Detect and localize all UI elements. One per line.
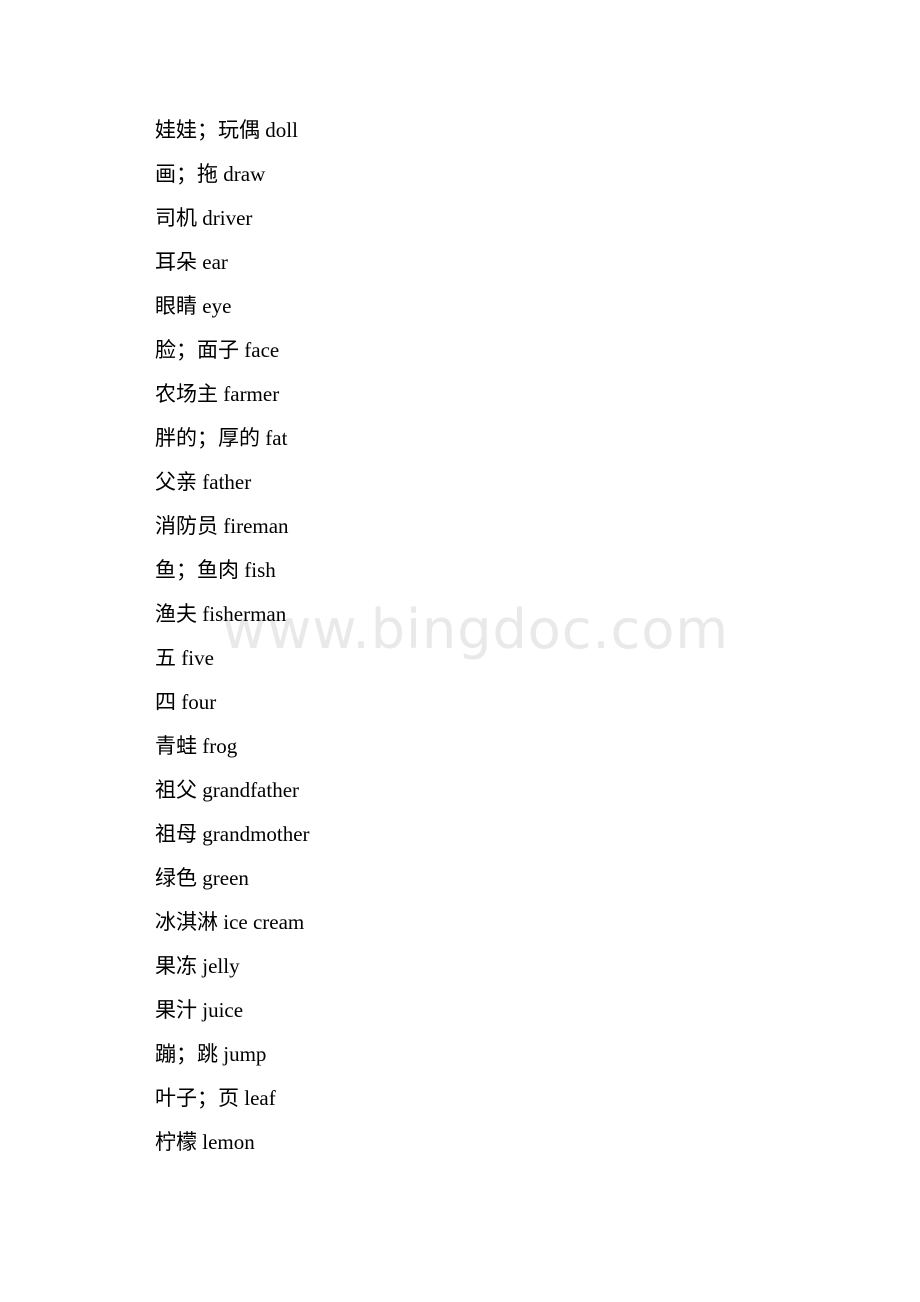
vocabulary-entry: 耳朵 ear bbox=[155, 250, 228, 274]
vocabulary-entry: 祖母 grandmother bbox=[155, 822, 310, 846]
vocabulary-entry: 冰淇淋 ice cream bbox=[155, 910, 305, 934]
vocabulary-entry: 果冻 jelly bbox=[155, 954, 240, 978]
vocabulary-entry: 渔夫 fisherman bbox=[155, 602, 287, 626]
vocabulary-entry: 司机 driver bbox=[155, 206, 253, 230]
vocabulary-entry: 绿色 green bbox=[155, 866, 249, 890]
document-page: www.bingdoc.com 娃娃；玩偶 doll 画；拖 draw 司机 d… bbox=[0, 0, 920, 1302]
vocabulary-entry: 五 five bbox=[155, 646, 214, 670]
vocabulary-entry: 果汁 juice bbox=[155, 998, 244, 1022]
vocabulary-entry: 农场主 farmer bbox=[155, 382, 280, 406]
vocabulary-entry: 鱼；鱼肉 fish bbox=[155, 558, 276, 582]
vocabulary-entry: 娃娃；玩偶 doll bbox=[155, 118, 298, 142]
vocabulary-entry: 脸；面子 face bbox=[155, 338, 280, 362]
vocabulary-entry: 祖父 grandfather bbox=[155, 778, 300, 802]
vocabulary-entry: 消防员 fireman bbox=[155, 514, 289, 538]
vocabulary-entry: 柠檬 lemon bbox=[155, 1130, 255, 1154]
vocabulary-entry: 胖的；厚的 fat bbox=[155, 426, 288, 450]
vocabulary-list: 娃娃；玩偶 doll 画；拖 draw 司机 driver 耳朵 ear 眼睛 … bbox=[155, 108, 855, 1164]
vocabulary-entry: 画；拖 draw bbox=[155, 162, 266, 186]
vocabulary-entry: 眼睛 eye bbox=[155, 294, 232, 318]
vocabulary-entry: 青蛙 frog bbox=[155, 734, 238, 758]
vocabulary-entry: 父亲 father bbox=[155, 470, 252, 494]
vocabulary-entry: 蹦；跳 jump bbox=[155, 1042, 267, 1066]
vocabulary-entry: 叶子；页 leaf bbox=[155, 1086, 276, 1110]
vocabulary-entry: 四 four bbox=[155, 690, 217, 714]
